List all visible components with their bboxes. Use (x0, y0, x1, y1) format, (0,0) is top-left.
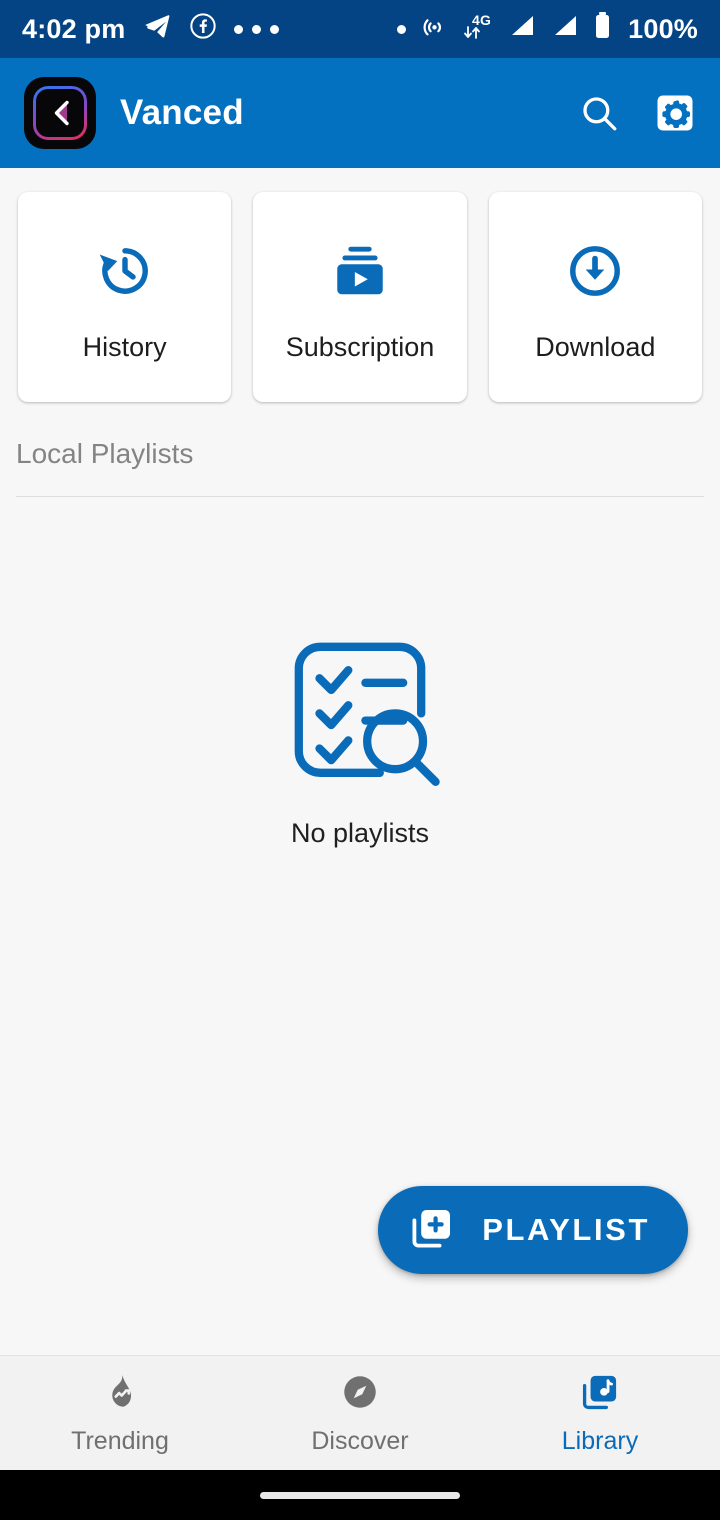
bottom-navigation: Trending Discover Library (0, 1355, 720, 1470)
search-icon[interactable] (578, 92, 620, 134)
battery-percent-label: 100% (628, 13, 698, 44)
empty-state: No playlists (0, 609, 720, 849)
empty-state-label: No playlists (290, 818, 430, 848)
nav-item-trending[interactable]: Trending (0, 1371, 240, 1456)
vanced-logo-icon (24, 77, 96, 149)
trending-flame-icon (99, 1371, 141, 1418)
history-clock-icon (94, 232, 156, 310)
mobile-data-4g-icon: 4G (463, 10, 493, 49)
settings-gear-icon[interactable] (654, 92, 696, 134)
playlist-add-icon (408, 1204, 456, 1257)
card-download[interactable]: Download (488, 192, 702, 402)
dot-indicator-icon (397, 24, 407, 34)
status-bar: 4:02 pm 4G 100% (0, 0, 720, 58)
app-screen: 4:02 pm 4G 100% Vanced History Subscript… (0, 0, 720, 1520)
card-label: History (82, 331, 167, 362)
music-library-icon (579, 1371, 621, 1418)
card-label: Download (535, 331, 656, 362)
page-title: Vanced (120, 93, 244, 132)
no-playlists-checklist-search-icon (270, 609, 450, 794)
card-subscription[interactable]: Subscription (253, 192, 467, 402)
nav-label: Trending (71, 1426, 169, 1455)
status-bar-left: 4:02 pm (22, 11, 280, 48)
compass-icon (339, 1371, 381, 1418)
quick-action-cards: History Subscription Download (0, 168, 720, 402)
telegram-icon (142, 11, 172, 48)
app-bar-actions (578, 92, 696, 134)
new-playlist-fab[interactable]: PLAYLIST (378, 1186, 688, 1274)
more-notifications-icon (234, 24, 280, 34)
app-bar: Vanced (0, 58, 720, 168)
status-bar-clock: 4:02 pm (22, 13, 126, 44)
fab-label: PLAYLIST (482, 1212, 650, 1247)
hotspot-icon (420, 11, 449, 47)
subscriptions-icon (329, 232, 391, 310)
facebook-icon (189, 12, 217, 47)
svg-text:4G: 4G (472, 12, 491, 28)
gesture-handle[interactable] (260, 1491, 460, 1499)
card-label: Subscription (285, 331, 435, 362)
signal-sim2-icon (550, 13, 579, 45)
status-bar-right: 4G 100% (397, 10, 698, 49)
nav-item-discover[interactable]: Discover (240, 1371, 480, 1456)
system-gesture-bar (0, 1470, 720, 1520)
section-title: Local Playlists (16, 438, 194, 469)
download-circle-icon (564, 232, 626, 310)
battery-icon (593, 11, 612, 47)
nav-label: Library (561, 1426, 639, 1455)
nav-label: Discover (311, 1426, 409, 1455)
signal-sim1-icon (507, 13, 536, 45)
section-divider (16, 496, 704, 497)
card-history[interactable]: History (18, 192, 232, 402)
local-playlists-section: Local Playlists (0, 402, 720, 497)
nav-item-library[interactable]: Library (480, 1371, 720, 1456)
